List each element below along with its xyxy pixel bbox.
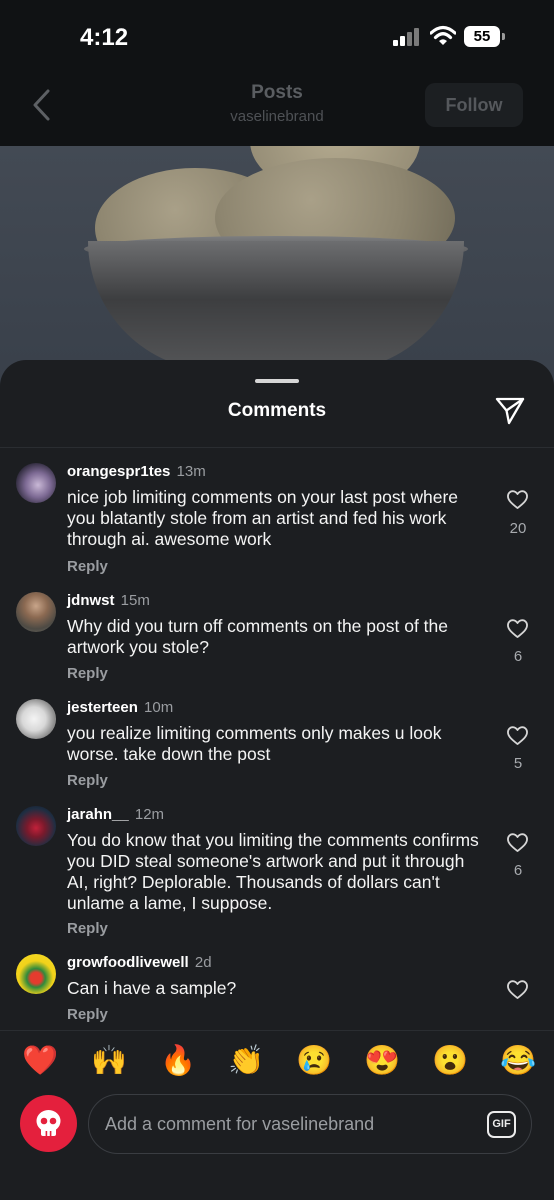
comment-time: 12m: [134, 806, 165, 823]
avatar[interactable]: [16, 806, 56, 846]
like-count: 5: [513, 755, 523, 772]
comment-text: nice job limiting comments on your last …: [67, 487, 459, 549]
comment-time: 2d: [194, 954, 212, 971]
reply-button[interactable]: Reply: [67, 920, 108, 937]
like-count: 6: [513, 648, 523, 665]
comment-meta: jesterteen 10m: [67, 699, 173, 716]
comment-meta: jarahn__ 12m: [67, 806, 164, 823]
like-count: 20: [509, 520, 527, 537]
quick-reactions-bar: ❤️ 🙌 🔥 👏 😢 😍 😮 😂: [0, 1030, 554, 1092]
reaction-surprised-emoji[interactable]: 😮: [432, 1043, 468, 1079]
metal-bowl: [88, 241, 464, 371]
comment-input[interactable]: Add a comment for vaselinebrand GIF: [88, 1094, 532, 1154]
comment-username[interactable]: jdnwst: [67, 592, 115, 609]
comment-meta: jdnwst 15m: [67, 592, 150, 609]
wifi-icon: [430, 25, 456, 45]
heart-icon[interactable]: [506, 832, 529, 853]
comment-username[interactable]: jesterteen: [67, 699, 138, 716]
comment-time: 13m: [176, 463, 206, 480]
top-bar: 4:12 55 Posts vaselinebrand Follow: [0, 0, 554, 146]
heart-icon[interactable]: [506, 979, 529, 1000]
share-send-icon[interactable]: [494, 394, 526, 426]
heart-icon[interactable]: [506, 618, 529, 639]
like-count: 6: [513, 862, 523, 879]
comments-title: Comments: [227, 400, 327, 421]
post-image[interactable]: [0, 146, 554, 386]
sheet-divider: [0, 447, 554, 448]
avatar[interactable]: [16, 699, 56, 739]
avatar[interactable]: [16, 592, 56, 632]
reply-button[interactable]: Reply: [67, 558, 108, 575]
heart-icon[interactable]: [506, 489, 529, 510]
comment-text: Why did you turn off comments on the pos…: [67, 616, 448, 657]
comment-meta: orangespr1tes 13m: [67, 463, 206, 480]
my-avatar[interactable]: [20, 1095, 77, 1152]
reaction-clap-emoji[interactable]: 👏: [228, 1043, 264, 1079]
reaction-heart-eyes-emoji[interactable]: 😍: [364, 1043, 400, 1079]
reply-button[interactable]: Reply: [67, 772, 108, 789]
status-time: 4:12: [80, 24, 129, 51]
comment-meta: growfoodlivewell 2d: [67, 954, 212, 971]
comment-time: 15m: [120, 592, 150, 609]
comment-input-bar: Add a comment for vaselinebrand GIF: [0, 1092, 554, 1200]
comment-username[interactable]: orangespr1tes: [67, 463, 170, 480]
reaction-fire-emoji[interactable]: 🔥: [160, 1043, 196, 1079]
reaction-crying-emoji[interactable]: 😢: [296, 1043, 332, 1079]
comment-input-placeholder: Add a comment for vaselinebrand: [105, 1114, 375, 1134]
comment-time: 10m: [144, 699, 174, 716]
comment-text: you realize limiting comments only makes…: [67, 723, 442, 764]
battery-indicator: 55: [464, 26, 505, 47]
status-bar: 4:12 55: [0, 0, 554, 75]
reply-button[interactable]: Reply: [67, 1006, 108, 1023]
comment-username[interactable]: jarahn__: [67, 806, 129, 823]
drag-handle[interactable]: [255, 379, 299, 383]
comment-username[interactable]: growfoodlivewell: [67, 954, 189, 971]
comment-text: Can i have a sample?: [67, 978, 237, 998]
heart-icon[interactable]: [506, 725, 529, 746]
cellular-signal-icon: [393, 28, 423, 46]
comment-text: You do know that you limiting the commen…: [67, 830, 479, 913]
reaction-heart-emoji[interactable]: ❤️: [22, 1043, 58, 1079]
skull-icon: [36, 1110, 61, 1136]
reaction-laughing-emoji[interactable]: 😂: [500, 1043, 536, 1079]
follow-button[interactable]: Follow: [425, 83, 523, 127]
reaction-raised-hands-emoji[interactable]: 🙌: [91, 1043, 127, 1079]
avatar[interactable]: [16, 954, 56, 994]
reply-button[interactable]: Reply: [67, 665, 108, 682]
avatar[interactable]: [16, 463, 56, 503]
gif-button[interactable]: GIF: [487, 1111, 516, 1138]
